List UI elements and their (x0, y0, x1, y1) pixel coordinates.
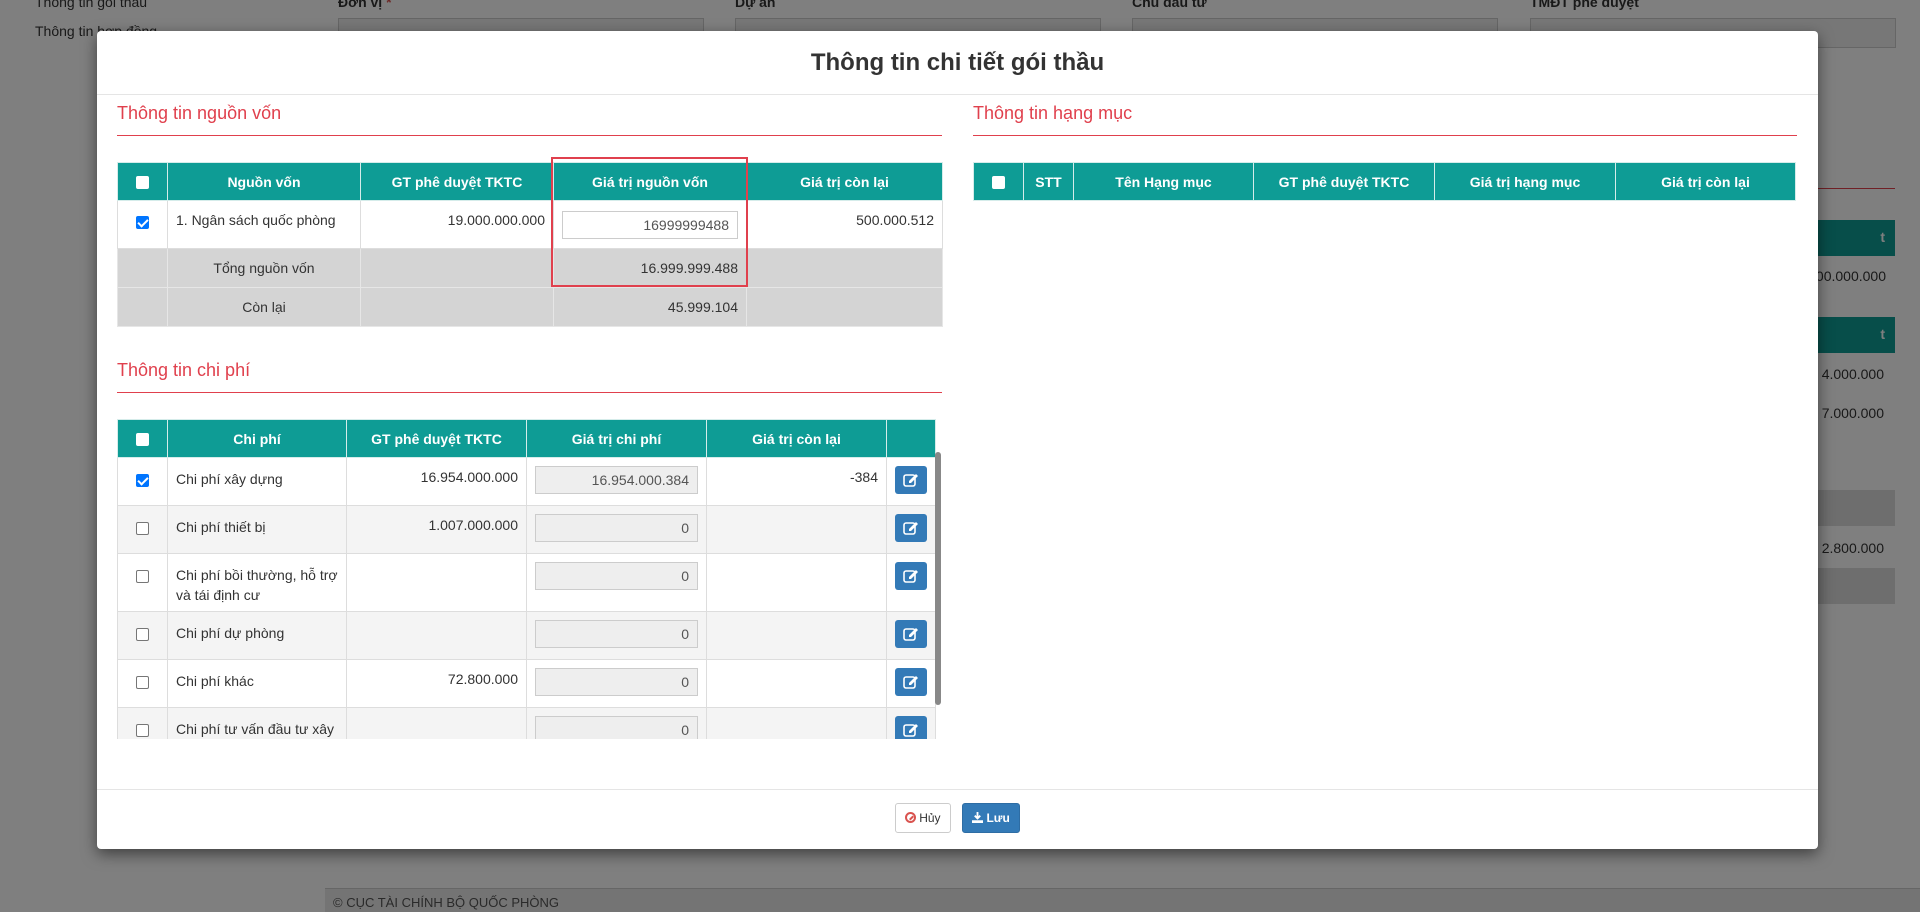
hang-muc-header-row: STT Tên Hạng mục GT phê duyệt TKTC Giá t… (973, 162, 1796, 201)
select-all-header (117, 162, 168, 201)
column-header: Nguồn vốn (167, 162, 361, 201)
gt-phe-duyet-value (346, 707, 527, 739)
column-header: Giá trị còn lại (1615, 162, 1796, 201)
row-checkbox[interactable] (136, 215, 149, 229)
modal-footer: Hủy Lưu (97, 789, 1818, 849)
download-icon (972, 804, 984, 832)
gia-tri-chi-phi-input[interactable]: 0 (535, 514, 698, 542)
scrollbar[interactable] (935, 452, 941, 705)
select-all-checkbox[interactable] (136, 433, 149, 447)
highlight-box (551, 157, 748, 287)
edit-icon (903, 724, 918, 737)
nguon-von-table: Nguồn vốn GT phê duyệt TKTC Giá trị nguồ… (117, 162, 943, 327)
column-header: Giá trị hạng mục (1434, 162, 1616, 201)
chi-phi-scroll-area[interactable]: Chi phí GT phê duyệt TKTC Giá trị chi ph… (117, 419, 942, 739)
chi-phi-section-divider (117, 392, 942, 393)
gia-tri-chi-phi-input[interactable]: 0 (535, 562, 698, 590)
column-header: GT phê duyệt TKTC (360, 162, 554, 201)
modal-title: Thông tin chi tiết gói thầu (810, 49, 1105, 76)
save-button[interactable]: Lưu (962, 803, 1020, 833)
column-header: GT phê duyệt TKTC (1253, 162, 1435, 201)
table-row: Chi phí dự phòng 0 (117, 611, 936, 660)
nguon-von-header-row: Nguồn vốn GT phê duyệt TKTC Giá trị nguồ… (117, 162, 943, 201)
remaining-label: Còn lại (167, 287, 361, 327)
con-lai-value (706, 659, 887, 708)
select-all-checkbox[interactable] (992, 176, 1005, 190)
chi-phi-header-row: Chi phí GT phê duyệt TKTC Giá trị chi ph… (117, 419, 936, 458)
edit-button[interactable] (895, 716, 927, 739)
edit-button[interactable] (895, 466, 927, 494)
table-row: Chi phí xây dựng 16.954.000.000 16.954.000… (117, 457, 936, 506)
chi-phi-table: Chi phí GT phê duyệt TKTC Giá trị chi ph… (117, 419, 936, 739)
con-lai-value: -384 (706, 457, 887, 506)
column-header: Tên Hạng mục (1073, 162, 1254, 201)
nguon-von-name: 1. Ngân sách quốc phòng (167, 200, 361, 249)
con-lai-value (706, 553, 887, 612)
column-header: Giá trị chi phí (526, 419, 707, 458)
table-row: Chi phí tư vấn đầu tư xây 0 (117, 707, 936, 739)
table-row: Chi phí thiết bị 1.007.000.000 0 (117, 505, 936, 554)
chi-phi-name: Chi phí thiết bị (167, 505, 347, 554)
gia-tri-chi-phi-input[interactable]: 0 (535, 668, 698, 696)
remaining-row: Còn lại 45.999.104 (117, 287, 943, 327)
gia-tri-chi-phi-input[interactable]: 16.954.000.384 (535, 466, 698, 494)
table-row: 1. Ngân sách quốc phòng 19.000.000.000 1… (117, 200, 943, 249)
gt-phe-duyet-value (346, 553, 527, 612)
table-row: Chi phí bồi thường, hỗ trợ và tái định c… (117, 553, 936, 612)
hang-muc-table: STT Tên Hạng mục GT phê duyệt TKTC Giá t… (973, 162, 1796, 201)
column-header: Chi phí (167, 419, 347, 458)
gt-phe-duyet-value: 72.800.000 (346, 659, 527, 708)
total-label: Tổng nguồn vốn (167, 248, 361, 288)
hang-muc-section-title: Thông tin hạng mục (973, 103, 1133, 123)
row-checkbox[interactable] (136, 473, 149, 487)
edit-button[interactable] (895, 562, 927, 590)
row-checkbox[interactable] (136, 675, 149, 689)
gt-phe-duyet-value (346, 611, 527, 660)
edit-icon (903, 522, 918, 535)
gia-tri-chi-phi-input[interactable]: 0 (535, 620, 698, 648)
con-lai-value (706, 707, 887, 739)
edit-icon (903, 474, 918, 487)
chi-phi-name: Chi phí khác (167, 659, 347, 708)
chi-phi-name: Chi phí dự phòng (167, 611, 347, 660)
hang-muc-section-divider (973, 135, 1797, 136)
chi-phi-name: Chi phí xây dựng (167, 457, 347, 506)
row-checkbox[interactable] (136, 521, 149, 535)
con-lai-value: 500.000.512 (746, 200, 943, 249)
gt-phe-duyet-value: 16.954.000.000 (346, 457, 527, 506)
edit-button[interactable] (895, 620, 927, 648)
cancel-button[interactable]: Hủy (895, 803, 951, 833)
nguon-von-section-divider (117, 135, 942, 136)
chi-phi-name: Chi phí bồi thường, hỗ trợ và tái định c… (167, 553, 347, 612)
gt-phe-duyet-value: 19.000.000.000 (360, 200, 554, 249)
edit-icon (903, 628, 918, 641)
edit-button[interactable] (895, 514, 927, 542)
remaining-value: 45.999.104 (553, 287, 747, 327)
column-header: GT phê duyệt TKTC (346, 419, 527, 458)
gia-tri-chi-phi-input[interactable]: 0 (535, 716, 698, 739)
chi-phi-section-title: Thông tin chi phí (117, 360, 251, 380)
edit-button[interactable] (895, 668, 927, 696)
ban-icon (905, 812, 917, 823)
con-lai-value (706, 611, 887, 660)
modal-header: Thông tin chi tiết gói thầu (97, 31, 1818, 95)
row-checkbox[interactable] (136, 723, 149, 737)
column-header: STT (1023, 162, 1074, 201)
table-row: Chi phí khác 72.800.000 0 (117, 659, 936, 708)
gt-phe-duyet-value: 1.007.000.000 (346, 505, 527, 554)
chi-phi-name: Chi phí tư vấn đầu tư xây (167, 707, 347, 739)
goi-thau-detail-modal: Thông tin chi tiết gói thầu Thông tin ng… (97, 31, 1818, 849)
total-row: Tổng nguồn vốn 16.999.999.488 (117, 248, 943, 288)
edit-icon (903, 676, 918, 689)
nguon-von-section-title: Thông tin nguồn vốn (117, 103, 282, 123)
edit-icon (903, 570, 918, 583)
row-checkbox[interactable] (136, 569, 149, 583)
row-checkbox[interactable] (136, 627, 149, 641)
select-all-checkbox[interactable] (136, 176, 149, 190)
con-lai-value (706, 505, 887, 554)
column-header: Giá trị còn lại (746, 162, 943, 201)
column-header: Giá trị còn lại (706, 419, 887, 458)
